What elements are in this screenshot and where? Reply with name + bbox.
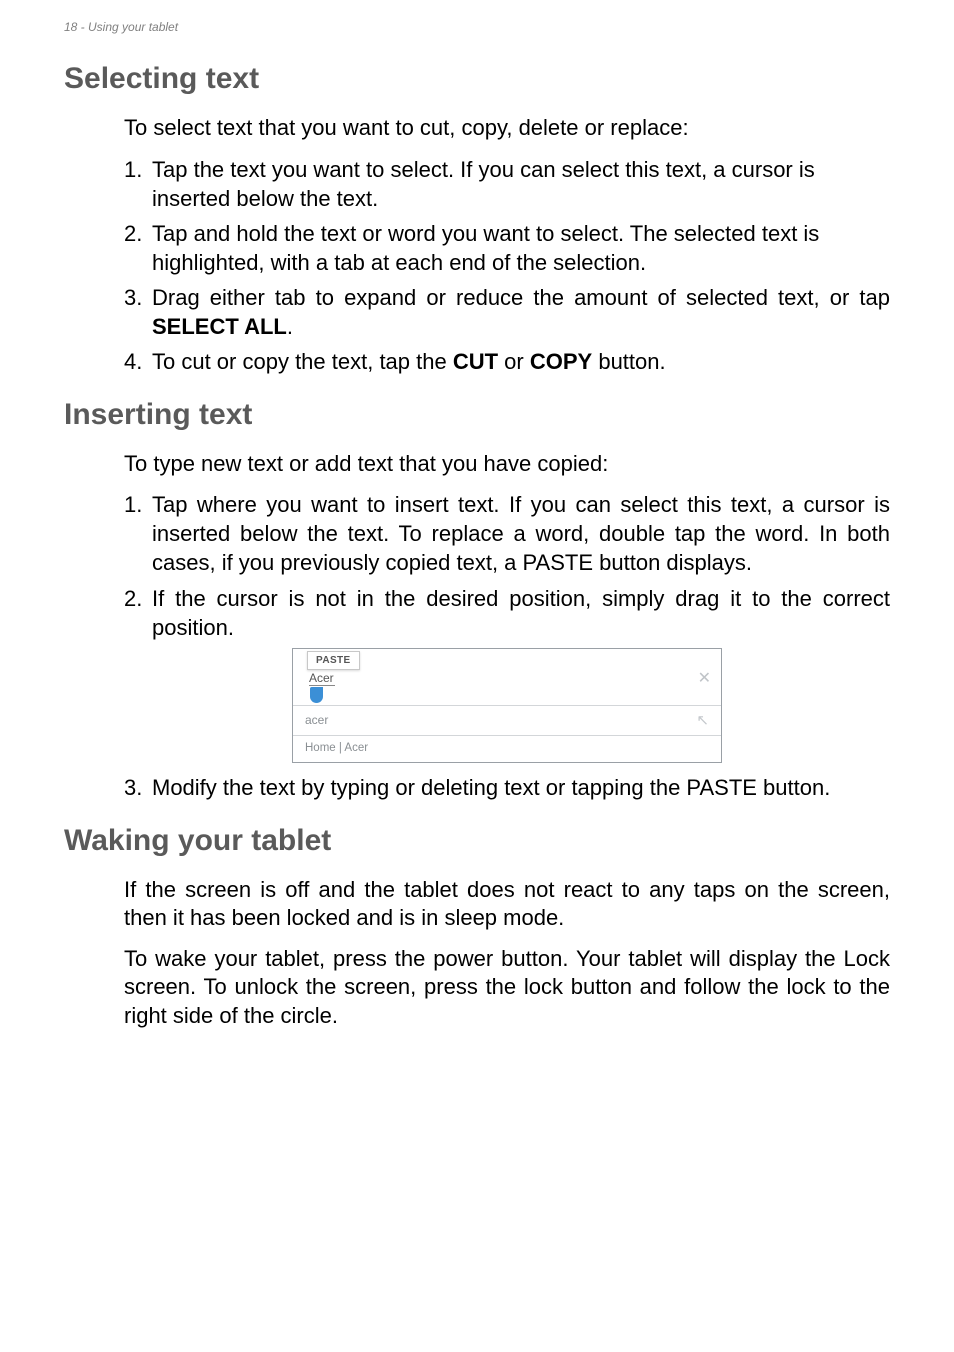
selecting-step-4: To cut or copy the text, tap the CUT or … — [124, 347, 890, 376]
step4-text-b: button. — [592, 349, 665, 374]
inserting-step-2: If the cursor is not in the desired posi… — [124, 584, 890, 642]
step4-bold2: COPY — [530, 349, 592, 374]
waking-p2: To wake your tablet, press the power but… — [124, 945, 890, 1031]
selecting-step-1: Tap the text you want to select. If you … — [124, 155, 890, 213]
heading-waking-tablet: Waking your tablet — [64, 824, 890, 858]
paste-figure-wrap: PASTE Acer ✕ acer ↖ Home | Acer — [124, 648, 890, 763]
step4-mid: or — [498, 349, 530, 374]
typed-text[interactable]: Acer — [309, 671, 335, 686]
suggestion-2-text: Home | Acer — [305, 742, 368, 754]
waking-body: If the screen is off and the tablet does… — [64, 876, 890, 1031]
inserting-intro: To type new text or add text that you ha… — [124, 450, 890, 479]
selecting-step-3: Drag either tab to expand or reduce the … — [124, 283, 890, 341]
inserting-steps-cont: Modify the text by typing or deleting te… — [124, 773, 890, 802]
step3-bold: SELECT ALL — [152, 314, 287, 339]
text-cursor-handle[interactable] — [310, 687, 323, 703]
suggestion-row-1[interactable]: acer ↖ — [293, 706, 721, 735]
heading-inserting-text: Inserting text — [64, 398, 890, 432]
selecting-intro: To select text that you want to cut, cop… — [124, 114, 890, 143]
close-icon[interactable]: ✕ — [698, 671, 711, 687]
inserting-step-3: Modify the text by typing or deleting te… — [124, 773, 890, 802]
step4-text-a: To cut or copy the text, tap the — [152, 349, 453, 374]
step3-text-a: Drag either tab to expand or reduce the … — [152, 285, 890, 310]
suggestion-row-2[interactable]: Home | Acer — [293, 736, 721, 762]
selecting-body: To select text that you want to cut, cop… — [64, 114, 890, 376]
step4-bold1: CUT — [453, 349, 498, 374]
document-page: 18 - Using your tablet Selecting text To… — [0, 0, 954, 1083]
inserting-steps: Tap where you want to insert text. If yo… — [124, 490, 890, 641]
running-header: 18 - Using your tablet — [64, 20, 890, 34]
arrow-nw-icon[interactable]: ↖ — [696, 713, 709, 728]
paste-figure: PASTE Acer ✕ acer ↖ Home | Acer — [292, 648, 722, 763]
waking-p1: If the screen is off and the tablet does… — [124, 876, 890, 933]
paste-button[interactable]: PASTE — [307, 651, 360, 670]
step3-text-b: . — [287, 314, 293, 339]
heading-selecting-text: Selecting text — [64, 62, 890, 96]
inserting-body: To type new text or add text that you ha… — [64, 450, 890, 802]
suggestion-1-text: acer — [305, 713, 328, 727]
selecting-steps: Tap the text you want to select. If you … — [124, 155, 890, 376]
selecting-step-2: Tap and hold the text or word you want t… — [124, 219, 890, 277]
figure-input-area: PASTE Acer ✕ — [293, 649, 721, 705]
inserting-step-1: Tap where you want to insert text. If yo… — [124, 490, 890, 577]
